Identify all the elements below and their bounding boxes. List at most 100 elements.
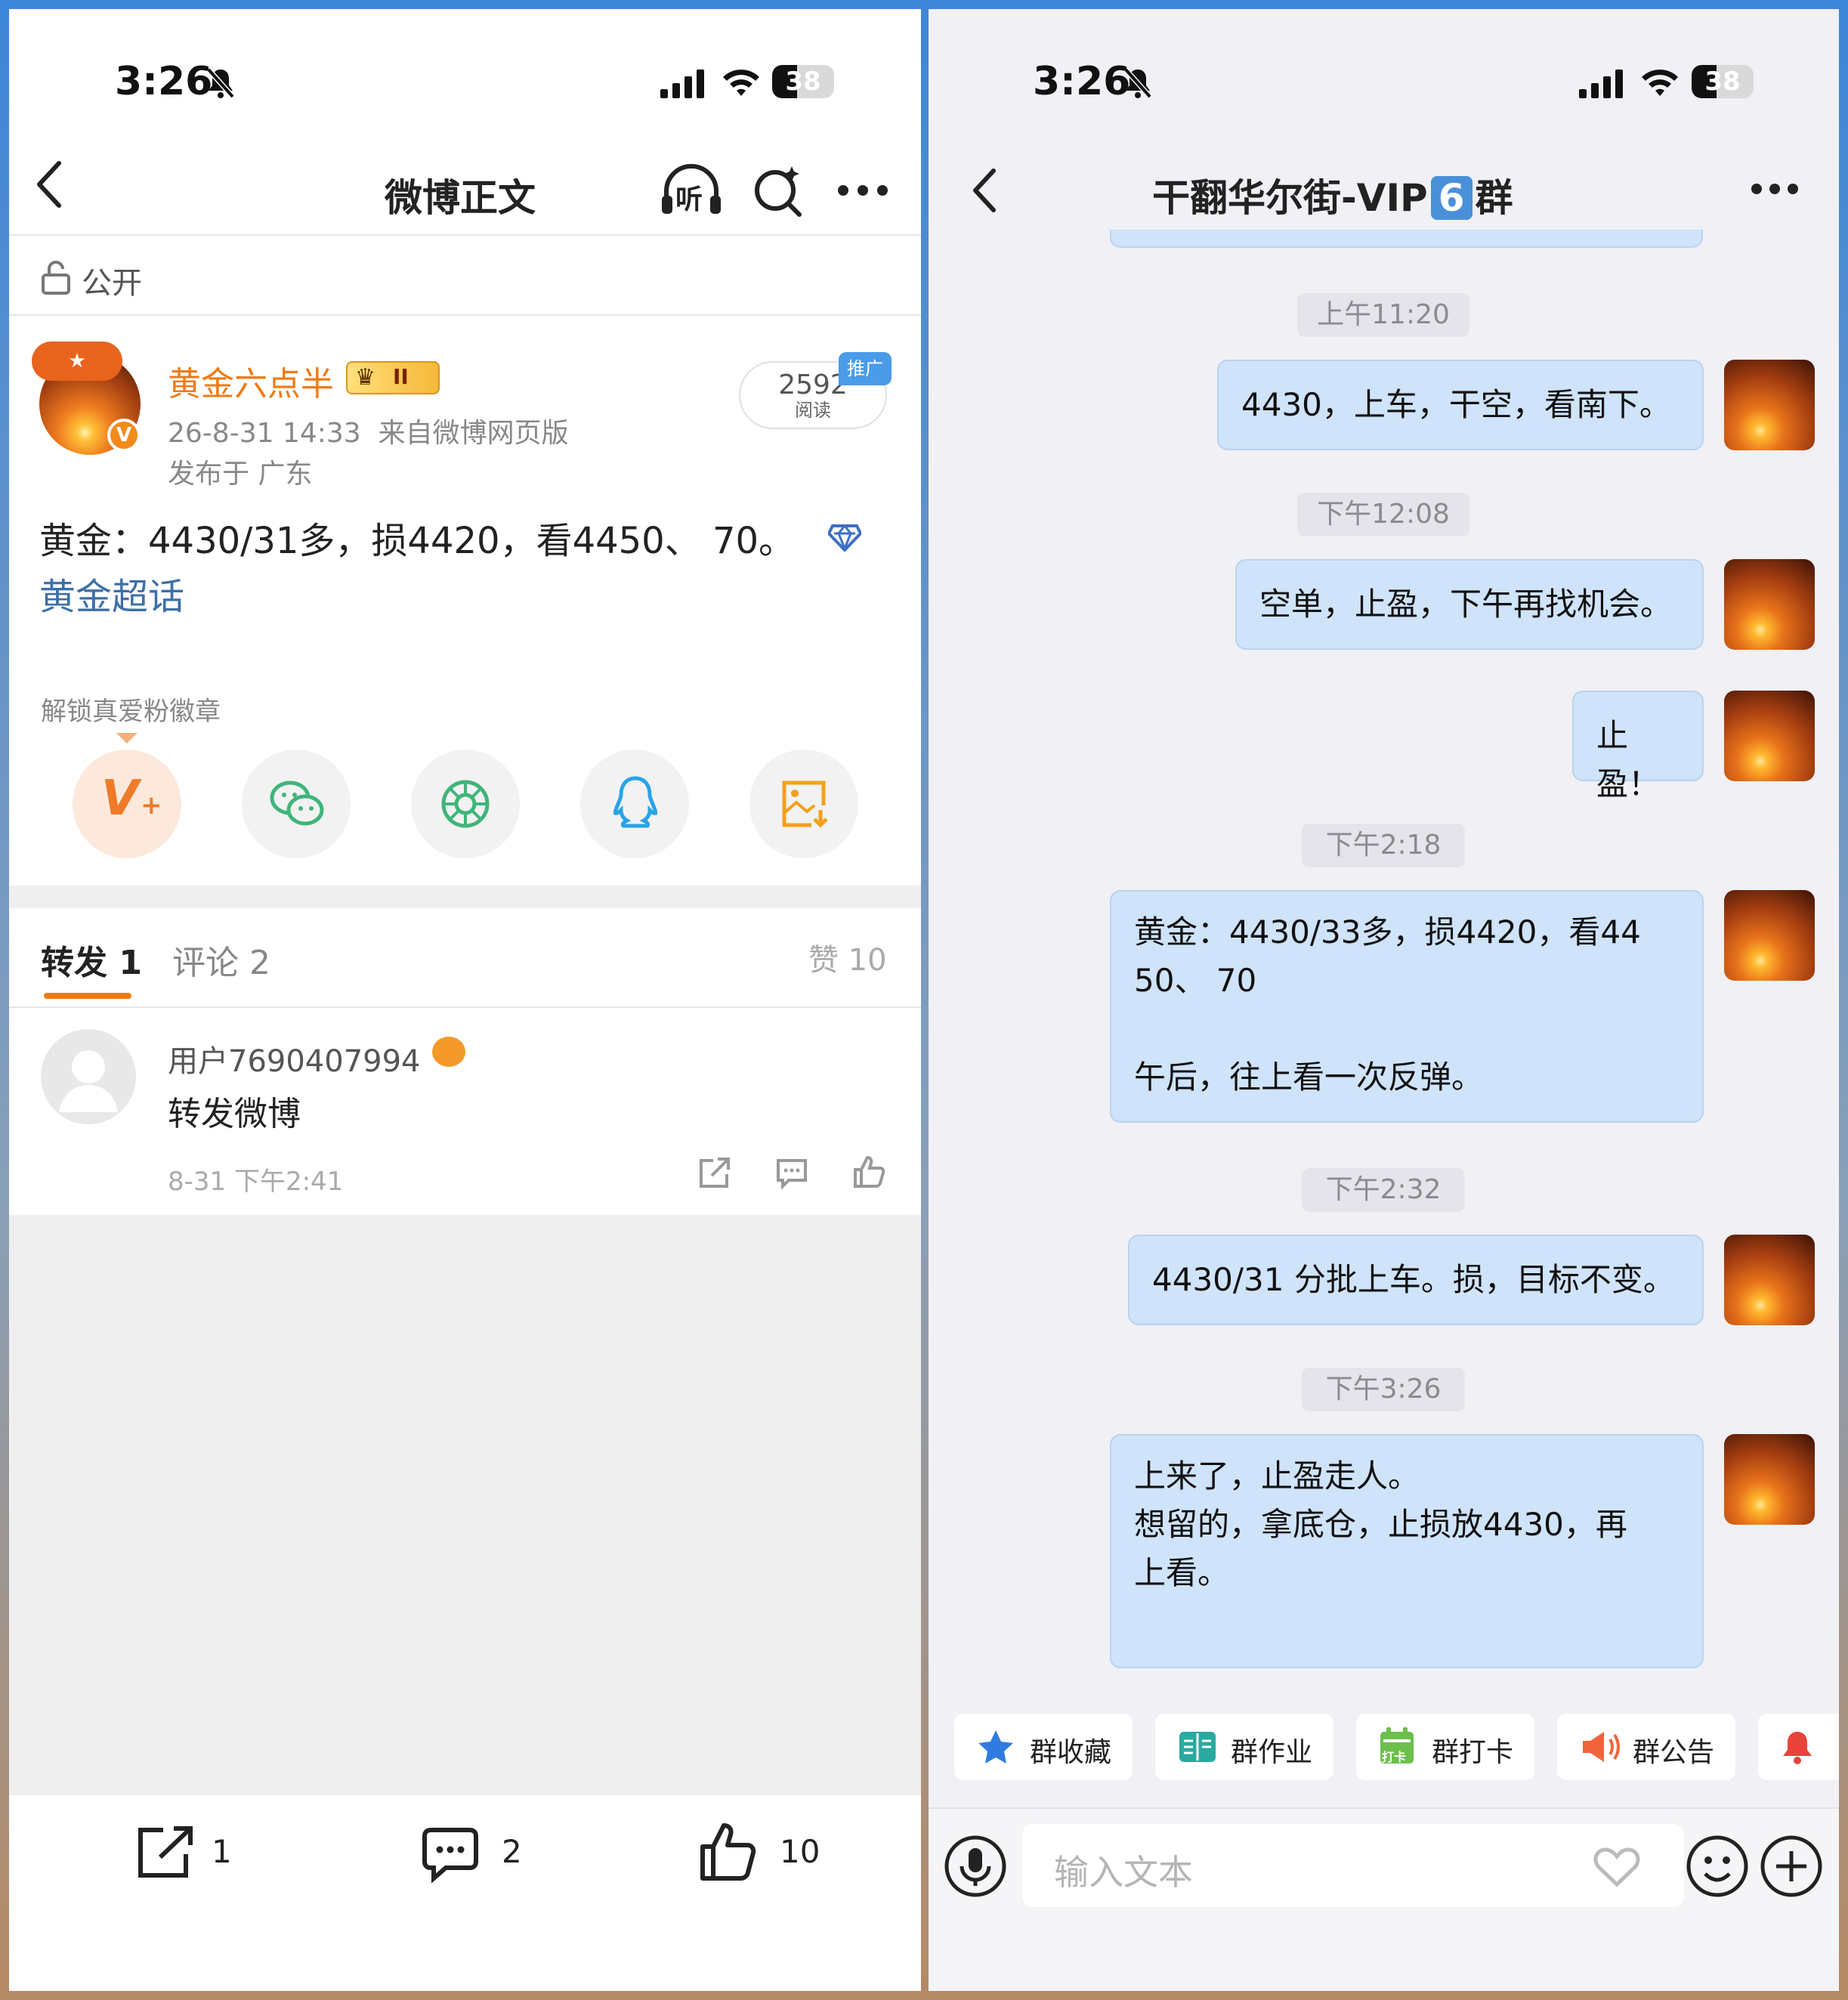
chat-title: 干翻华尔街-VIP 6 群 <box>1152 176 1513 220</box>
sender-avatar[interactable] <box>1724 1434 1815 1525</box>
back-chevron-icon[interactable] <box>971 168 998 213</box>
microphone-icon[interactable] <box>944 1835 1007 1898</box>
like-button[interactable]: 10 <box>698 1821 834 1884</box>
level-badge: ♛ II <box>346 361 440 394</box>
search-icon[interactable] <box>752 165 804 218</box>
listen-button[interactable]: 听 <box>660 164 722 217</box>
plus-icon[interactable] <box>1760 1835 1823 1898</box>
diamond-icon <box>828 524 861 552</box>
tab-repost[interactable]: 转发 1 <box>41 935 142 984</box>
wifi-icon <box>1642 70 1678 96</box>
unlock-icon <box>42 261 70 295</box>
calendar-icon: 打卡 <box>1379 1727 1415 1765</box>
cellular-signal-icon <box>1579 70 1623 98</box>
heart-icon[interactable] <box>1593 1847 1640 1887</box>
repost-button[interactable]: 1 <box>136 1822 257 1883</box>
share-icon[interactable] <box>698 1156 731 1189</box>
moments-icon <box>441 780 490 828</box>
tab-indicator <box>44 993 131 999</box>
repost-user[interactable]: 用户7690407994 <box>168 1037 421 1080</box>
wechat-button[interactable] <box>242 750 351 858</box>
timestamp: 下午2:18 <box>1302 824 1465 867</box>
timestamp: 下午3:26 <box>1302 1368 1465 1411</box>
message-bubble[interactable]: 4430/31 分批上车。损，目标不变。 <box>1128 1235 1704 1325</box>
clock: 3:26 <box>115 59 213 104</box>
chip-group-checkin[interactable]: 打卡 群打卡 <box>1356 1714 1534 1780</box>
sender-avatar[interactable] <box>1724 1235 1815 1325</box>
mute-bell-icon <box>206 67 235 99</box>
chip-group-homework[interactable]: 群作业 <box>1155 1714 1333 1780</box>
message-input[interactable]: 输入文本 <box>1022 1824 1684 1907</box>
repost-time: 8-31 下午2:41 <box>168 1167 344 1197</box>
battery-icon: 38 <box>772 65 834 98</box>
wifi-icon <box>723 70 759 96</box>
cellular-signal-icon <box>660 70 704 98</box>
qq-icon <box>613 776 657 828</box>
like-icon[interactable] <box>852 1155 885 1189</box>
star-icon <box>978 1730 1013 1764</box>
sender-avatar[interactable] <box>1724 890 1815 981</box>
previous-message-bubble <box>1110 230 1703 248</box>
sender-avatar[interactable] <box>1724 360 1815 450</box>
group-number-badge: 6 <box>1430 176 1473 220</box>
vplus-button[interactable]: V + <box>73 750 181 858</box>
page-title: 微博正文 <box>385 176 536 220</box>
message-bubble[interactable]: 上来了，止盈走人。 想留的，拿底仓，止损放4430，再 上看。 <box>1110 1434 1704 1668</box>
more-icon[interactable] <box>1751 183 1799 195</box>
avatar-pendant: ★ <box>32 342 122 381</box>
sender-avatar[interactable] <box>1724 691 1815 781</box>
chip-group-favorites[interactable]: 群收藏 <box>954 1714 1133 1780</box>
chip-group-announcement[interactable]: 群公告 <box>1557 1714 1735 1780</box>
bell-icon <box>1783 1732 1812 1764</box>
post-time: 26-8-31 14:33 来自微博网页版 <box>168 418 569 449</box>
vplus-icon: V <box>101 771 139 827</box>
share-icon <box>138 1826 193 1878</box>
message-bubble[interactable]: 4430，上车，干空，看南下。 <box>1217 360 1704 450</box>
default-avatar-icon <box>59 1050 118 1112</box>
sender-avatar[interactable] <box>1724 559 1815 650</box>
wechat-icon <box>270 781 324 826</box>
clock: 3:26 <box>1033 59 1131 104</box>
save-image-button[interactable] <box>749 750 858 858</box>
comment-button[interactable]: 2 <box>420 1822 541 1883</box>
visibility-label: 公开 <box>82 266 142 301</box>
timestamp: 下午2:32 <box>1302 1168 1465 1212</box>
message-bubble[interactable]: 空单，止盈，下午再找机会。 <box>1235 559 1704 650</box>
fan-badge-icon <box>432 1037 465 1067</box>
timestamp: 下午12:08 <box>1297 493 1469 536</box>
post-text: 黄金：4430/31多，损4420，看4450、 70。 <box>39 520 796 562</box>
badge-hint: 解锁真爱粉徽章 <box>41 697 221 727</box>
like-icon <box>700 1823 756 1881</box>
chip-more[interactable] <box>1758 1714 1839 1780</box>
tab-like[interactable]: 赞 10 <box>808 935 887 979</box>
author-name[interactable]: 黄金六点半 <box>168 357 334 405</box>
battery-icon: 38 <box>1692 65 1754 98</box>
message-bubble[interactable]: 黄金：4430/33多，损4420，看44 50、 70 午后，往上看一次反弹。 <box>1110 890 1704 1123</box>
user-avatar[interactable] <box>41 1029 136 1124</box>
megaphone-icon <box>1583 1732 1620 1762</box>
comment-icon[interactable] <box>775 1158 808 1189</box>
verified-badge: V <box>107 419 141 452</box>
homework-book-icon <box>1179 1732 1216 1762</box>
mute-bell-icon <box>1123 67 1152 99</box>
back-chevron-icon[interactable] <box>35 160 65 209</box>
crown-icon: ♛ <box>355 364 375 391</box>
timestamp: 上午11:20 <box>1297 293 1469 337</box>
promo-tag: 推广 <box>839 352 892 385</box>
topic-link[interactable]: 黄金超话 <box>39 567 184 620</box>
hint-pointer <box>116 733 138 743</box>
message-bubble[interactable]: 止盈！ <box>1572 691 1704 802</box>
tab-comment[interactable]: 评论 2 <box>172 935 270 984</box>
status-bar: 3:26 38 <box>9 9 921 160</box>
more-icon[interactable] <box>837 184 888 196</box>
status-bar: 3:26 38 <box>929 9 1839 160</box>
moments-button[interactable] <box>411 750 520 858</box>
repost-text: 转发微博 <box>168 1095 301 1133</box>
post-location: 发布于 广东 <box>168 459 313 490</box>
emoji-icon[interactable] <box>1686 1835 1749 1898</box>
group-chat-screen: 3:26 38 干翻华尔街-VIP 6 群 上午11:20 4430，上车，干空，看… <box>929 9 1839 1991</box>
comment-icon <box>422 1828 478 1883</box>
save-image-icon <box>782 781 828 828</box>
weibo-post-screen: 3:26 38 微博正文 听 公开 ★ V 黄金六点半 ♛ II 26-8-31… <box>9 9 921 1991</box>
qq-button[interactable] <box>580 750 689 858</box>
